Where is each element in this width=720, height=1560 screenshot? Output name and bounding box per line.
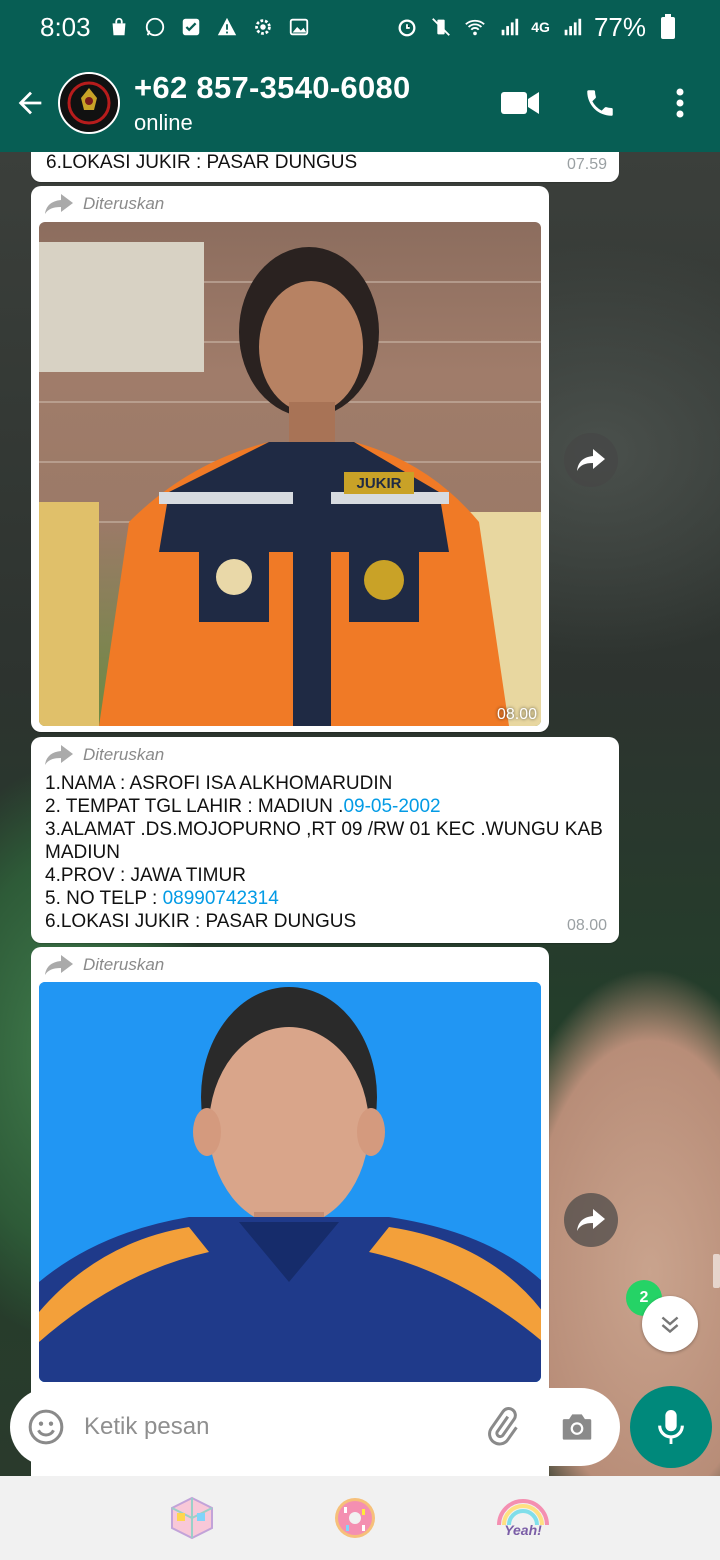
forwarded-label: Diteruskan [45, 194, 164, 214]
line-location: 6.LOKASI JUKIR : PASAR DUNGUS [45, 911, 357, 932]
message-time: 07.59 [566, 156, 607, 173]
emoji-icon [28, 1409, 64, 1445]
phone-number-link[interactable]: 08990742314 [163, 888, 279, 909]
microphone-icon [658, 1410, 684, 1444]
donut-icon [334, 1498, 375, 1538]
forward-arrow-icon [45, 745, 73, 765]
contact-name: +62 857-3540-6080 [134, 70, 411, 105]
contact-status: online [134, 110, 193, 135]
chat-wallpaper: 6.LOKASI JUKIR : PASAR DUNGUS 07.59 Dite… [0, 152, 720, 1476]
message-input[interactable]: Ketik pesan [84, 1413, 482, 1441]
yeah-rainbow-icon: Yeah! [497, 1499, 550, 1538]
battery-icon [656, 14, 680, 39]
photo-person-orange-uniform: JUKIR [39, 242, 541, 726]
battery-percent: 77% [593, 11, 646, 42]
message-time: 08.00 [566, 917, 607, 934]
donut-sticker[interactable] [332, 1495, 378, 1541]
contact-avatar[interactable] [58, 72, 120, 134]
scroll-to-bottom-button[interactable] [642, 1296, 698, 1352]
forwarded-text: Diteruskan [83, 955, 165, 974]
share-forward-button[interactable] [564, 1193, 618, 1247]
emoji-button[interactable] [26, 1407, 66, 1447]
kebab-menu-icon [676, 88, 684, 118]
chat-header: +62 857-3540-6080 online [0, 54, 720, 152]
camera-icon [562, 1414, 592, 1440]
forwarded-label: Diteruskan [45, 745, 164, 765]
line-province: 4.PROV : JAWA TIMUR [45, 865, 246, 886]
status-bar: 8:03 4G 77% [0, 0, 720, 54]
line-birth-prefix: 2. TEMPAT TGL LAHIR : MADIUN . [45, 796, 344, 817]
alarm-icon [395, 15, 419, 39]
rubik-cube-sticker[interactable] [169, 1495, 215, 1541]
birth-date-link[interactable]: 09-05-2002 [343, 796, 440, 817]
video-camera-icon [501, 92, 539, 114]
status-right: 4G 77% [395, 12, 680, 43]
message-body: 1.NAMA : ASROFI ISA ALKHOMARUDIN 2. TEMP… [45, 772, 605, 933]
yeah-text: Yeah! [505, 1522, 543, 1538]
share-arrow-icon [577, 449, 605, 471]
wifi-icon [463, 15, 487, 39]
whatsapp-icon [143, 15, 167, 39]
message-bubble-data[interactable]: Diteruskan 1.NAMA : ASROFI ISA ALKHOMARU… [31, 737, 619, 943]
forwarded-photo[interactable] [39, 982, 541, 1382]
voice-record-button[interactable] [630, 1386, 712, 1468]
forward-arrow-icon [45, 194, 73, 214]
double-chevron-down-icon [661, 1316, 679, 1334]
phone-icon [587, 90, 613, 116]
message-line: 6.LOKASI JUKIR : PASAR DUNGUS [46, 152, 358, 173]
forwarded-text: Diteruskan [83, 745, 165, 764]
video-call-button[interactable] [480, 54, 560, 152]
vibrate-mute-icon [429, 15, 453, 39]
network-type: 4G [531, 19, 550, 35]
message-time: 08.00 [496, 706, 537, 723]
check-box-icon [179, 15, 203, 39]
warning-icon [215, 15, 239, 39]
photo-person-blue-background [39, 982, 541, 1382]
arrow-left-icon [18, 91, 42, 115]
message-input-bar: Ketik pesan [10, 1388, 620, 1466]
rubik-cube-icon [170, 1496, 213, 1540]
status-time: 8:03 [40, 11, 91, 42]
paperclip-icon [488, 1407, 518, 1446]
contact-info[interactable]: +62 857-3540-6080 online [134, 70, 411, 136]
image-message-bubble[interactable]: Diteruskan [31, 186, 549, 732]
yeah-rainbow-sticker[interactable]: Yeah! [495, 1495, 551, 1541]
signal-icon [497, 15, 521, 39]
scrollbar-thumb[interactable] [713, 1254, 720, 1288]
forwarded-label: Diteruskan [45, 955, 164, 975]
attach-button[interactable] [482, 1407, 522, 1447]
forwarded-text: Diteruskan [83, 194, 165, 213]
forward-arrow-icon [45, 955, 73, 975]
line-address: 3.ALAMAT .DS.MOJOPURNO ,RT 09 /RW 01 KEC… [45, 819, 603, 863]
shopping-bag-icon [107, 15, 131, 39]
share-arrow-icon [577, 1209, 605, 1231]
line-phone: 5. NO TELP : 08990742314 [45, 887, 605, 910]
message-bubble-partial[interactable]: 6.LOKASI JUKIR : PASAR DUNGUS 07.59 [31, 152, 619, 182]
sticker-suggestion-bar: Yeah! [0, 1476, 720, 1560]
line-name: 1.NAMA : ASROFI ISA ALKHOMARUDIN [45, 773, 393, 794]
settings-gear-icon [251, 15, 275, 39]
image-icon [287, 15, 311, 39]
jukir-badge-text: JUKIR [356, 475, 401, 492]
notification-icons [107, 15, 311, 39]
camera-button[interactable] [558, 1408, 596, 1446]
line-phone-prefix: 5. NO TELP : [45, 888, 163, 909]
line-birth: 2. TEMPAT TGL LAHIR : MADIUN .09-05-2002 [45, 795, 605, 818]
back-button[interactable] [2, 54, 58, 152]
voice-call-button[interactable] [560, 54, 640, 152]
share-forward-button[interactable] [564, 433, 618, 487]
forwarded-photo[interactable]: JUKIR [39, 222, 541, 726]
signal-icon-2 [560, 15, 584, 39]
more-options-button[interactable] [640, 54, 720, 152]
